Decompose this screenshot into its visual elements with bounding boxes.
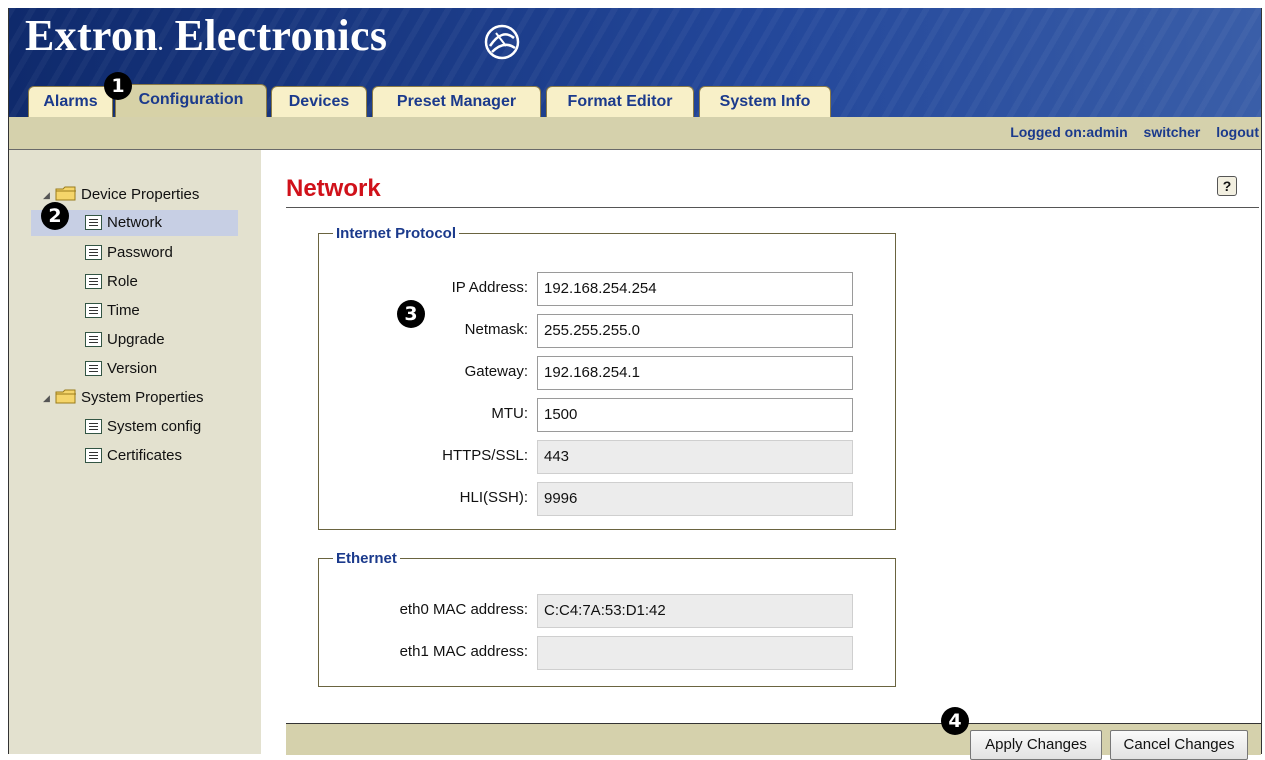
tab-preset-manager[interactable]: Preset Manager: [372, 86, 541, 117]
ip-address-label: IP Address:: [451, 279, 528, 296]
ethernet-group: Ethernet eth0 MAC address: C:C4:7A:53:D1…: [318, 550, 896, 687]
eth1-mac-field: [537, 636, 853, 670]
callout-1: 1: [104, 72, 132, 100]
sidebar-item-role[interactable]: Role: [85, 269, 138, 295]
page-icon: [85, 360, 102, 376]
tab-devices[interactable]: Devices: [271, 86, 367, 117]
title-divider: [286, 207, 1259, 208]
mtu-input[interactable]: 1500: [537, 398, 853, 432]
page-icon: [85, 447, 102, 463]
sidebar-item-password[interactable]: Password: [85, 240, 173, 266]
sidebar-item-system-config[interactable]: System config: [85, 414, 201, 440]
header-banner: Extron. Electronics Alarms Configuration…: [9, 8, 1261, 117]
page-icon: [85, 418, 102, 434]
cancel-changes-button[interactable]: Cancel Changes: [1110, 730, 1248, 760]
logout-link[interactable]: logout: [1216, 124, 1259, 140]
eth0-mac-field: C:C4:7A:53:D1:42: [537, 594, 853, 628]
sidebar-item-time[interactable]: Time: [85, 298, 140, 324]
page-icon: [85, 331, 102, 347]
tab-format-editor[interactable]: Format Editor: [546, 86, 694, 117]
eth0-mac-label: eth0 MAC address:: [399, 601, 528, 618]
netmask-label: Netmask:: [464, 321, 528, 338]
page-icon: [85, 273, 102, 289]
brand-logo-text: Extron. Electronics: [25, 11, 388, 60]
logged-on-status: Logged on:admin: [1010, 124, 1128, 140]
callout-2: 2: [41, 202, 69, 230]
hli-ssh-field: 9996: [537, 482, 853, 516]
sidebar-tree: ◢ Device Properties Network Password Rol…: [9, 150, 261, 754]
user-bar: Logged on:admin switcher logout: [9, 117, 1261, 150]
main-tabs: Alarms Configuration Devices Preset Mana…: [9, 78, 1261, 117]
https-ssl-label: HTTPS/SSL:: [442, 447, 528, 464]
tree-group-system-properties[interactable]: ◢ System Properties: [43, 385, 204, 411]
sidebar-item-version[interactable]: Version: [85, 356, 157, 382]
https-ssl-field: 443: [537, 440, 853, 474]
main-panel: Network ? Internet Protocol IP Address: …: [262, 150, 1261, 760]
eth1-mac-row: eth1 MAC address:: [319, 636, 896, 670]
folder-icon: [55, 186, 76, 201]
mtu-row: MTU: 1500: [319, 398, 896, 432]
internet-protocol-legend: Internet Protocol: [336, 225, 457, 242]
https-ssl-row: HTTPS/SSL: 443: [319, 440, 896, 474]
page-icon: [85, 302, 102, 318]
sidebar-item-certificates[interactable]: Certificates: [85, 443, 182, 469]
tab-alarms[interactable]: Alarms: [28, 86, 113, 117]
page-icon: [85, 214, 102, 230]
mtu-label: MTU:: [491, 405, 528, 422]
action-footer: Apply Changes Cancel Changes: [286, 723, 1261, 760]
ethernet-legend: Ethernet: [336, 550, 397, 567]
expanded-triangle-icon: ◢: [43, 393, 50, 403]
internet-protocol-group: Internet Protocol IP Address: 192.168.25…: [318, 225, 896, 530]
tab-configuration[interactable]: Configuration: [115, 84, 267, 117]
netmask-input[interactable]: 255.255.255.0: [537, 314, 853, 348]
hli-ssh-label: HLI(SSH):: [459, 489, 528, 506]
gateway-row: Gateway: 192.168.254.1: [319, 356, 896, 390]
callout-3: 3: [397, 300, 425, 328]
gateway-label: Gateway:: [464, 363, 528, 380]
eth0-mac-row: eth0 MAC address: C:C4:7A:53:D1:42: [319, 594, 896, 628]
extron-logo-icon: [484, 24, 520, 60]
sidebar-item-upgrade[interactable]: Upgrade: [85, 327, 165, 353]
page-title: Network: [286, 175, 381, 202]
app-frame: Extron. Electronics Alarms Configuration…: [8, 8, 1262, 760]
tab-system-info[interactable]: System Info: [699, 86, 831, 117]
help-icon[interactable]: ?: [1217, 176, 1237, 196]
apply-changes-button[interactable]: Apply Changes: [970, 730, 1102, 760]
page-icon: [85, 244, 102, 260]
ip-address-input[interactable]: 192.168.254.254: [537, 272, 853, 306]
gateway-input[interactable]: 192.168.254.1: [537, 356, 853, 390]
switcher-link[interactable]: switcher: [1144, 124, 1201, 140]
folder-icon: [55, 389, 76, 404]
hli-ssh-row: HLI(SSH): 9996: [319, 482, 896, 516]
tree-group-device-properties[interactable]: ◢ Device Properties: [43, 182, 199, 208]
callout-4: 4: [941, 707, 969, 735]
user-links: Logged on:admin switcher logout: [998, 124, 1259, 140]
eth1-mac-label: eth1 MAC address:: [399, 643, 528, 660]
